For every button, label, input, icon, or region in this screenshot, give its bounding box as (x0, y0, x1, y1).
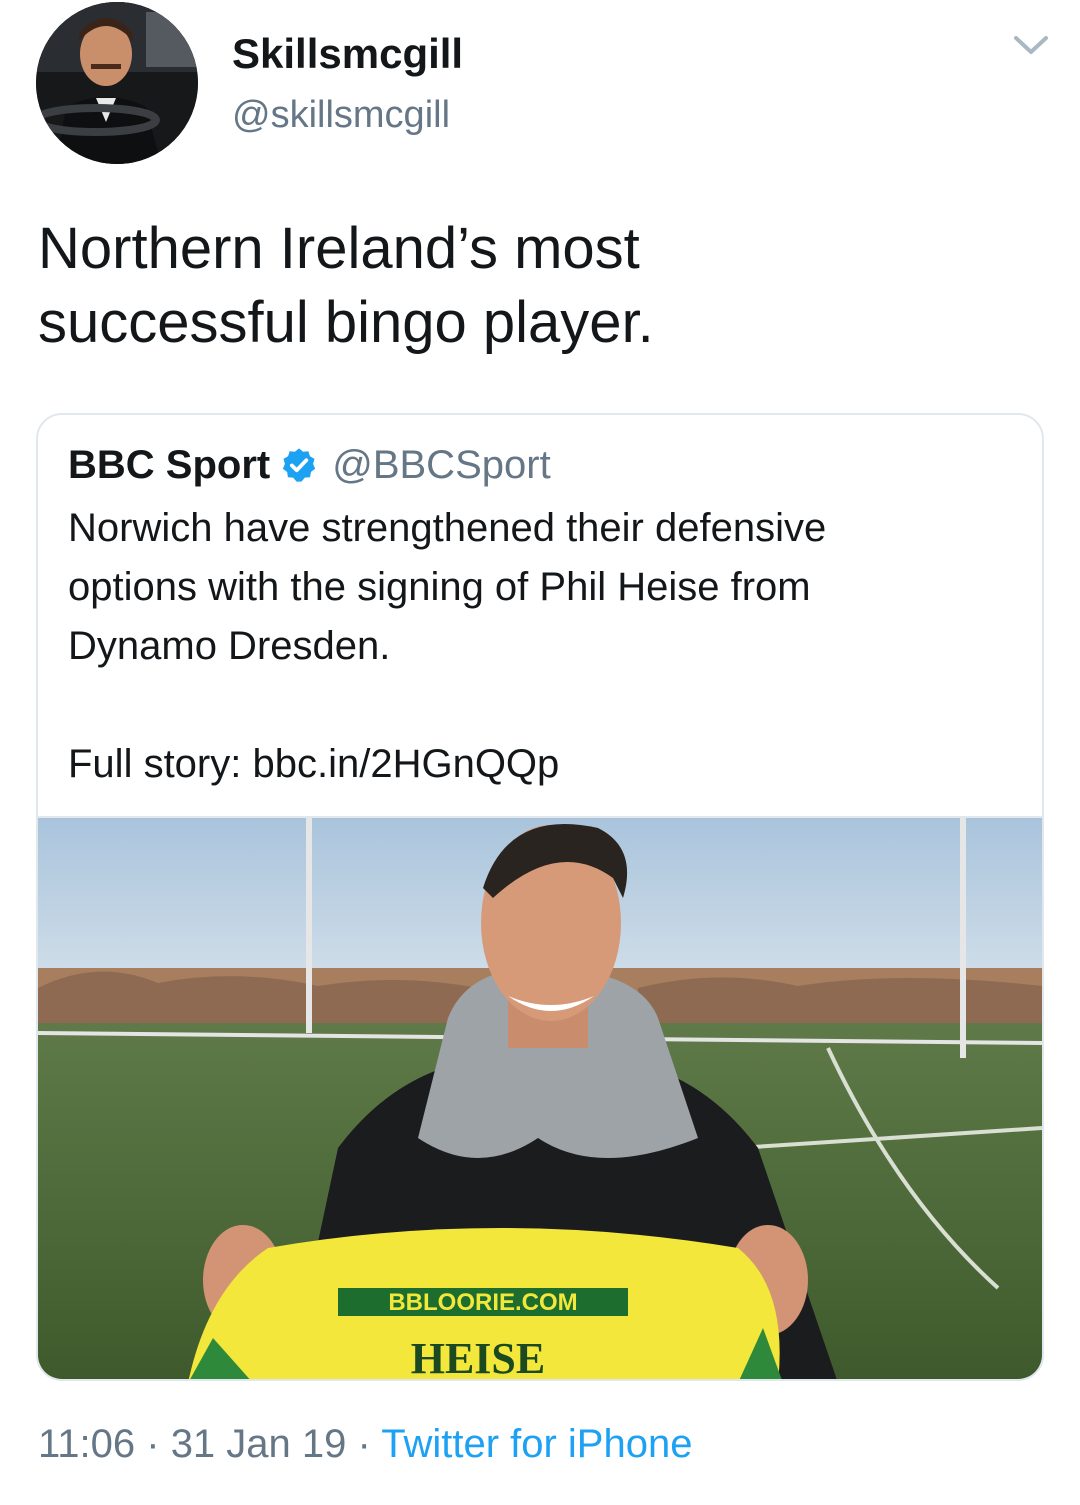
avatar-image (36, 2, 198, 164)
meta-separator: · (135, 1422, 171, 1466)
avatar[interactable] (36, 2, 198, 164)
shirt-name: HEISE (411, 1334, 546, 1381)
tweet-text: Northern Ireland’s most successful bingo… (38, 212, 1038, 360)
shirt-sponsor: BBLOORIE.COM (388, 1289, 577, 1316)
quoted-tweet-photo[interactable]: BBLOORIE.COM HEISE (38, 816, 1042, 1381)
tweet-time: 11:06 (38, 1422, 136, 1466)
quoted-tweet[interactable]: BBC Sport @BBCSport Norwich have strengt… (36, 413, 1044, 1381)
author-display-name[interactable]: Skillsmcgill (232, 30, 463, 78)
verified-badge-icon (283, 448, 316, 482)
quoted-display-name[interactable]: BBC Sport (68, 443, 270, 488)
chevron-down-icon[interactable] (1008, 30, 1054, 60)
quoted-text-line: Dynamo Dresden. (68, 624, 391, 668)
tweet: Skillsmcgill @skillsmcgill Northern Irel… (0, 0, 1080, 1505)
quoted-handle[interactable]: @BBCSport (332, 443, 550, 488)
meta-separator: · (346, 1422, 382, 1466)
author-handle[interactable]: @skillsmcgill (232, 94, 450, 137)
quoted-text-line: Full story: bbc.in/2HGnQQp (68, 742, 560, 786)
tweet-date: 31 Jan 19 (170, 1422, 347, 1466)
tweet-text-line: successful bingo player. (38, 290, 654, 355)
tweet-text-line: Northern Ireland’s most (38, 216, 640, 281)
tweet-meta: 11:06 · 31 Jan 19 · Twitter for iPhone (38, 1422, 692, 1467)
player-photo: BBLOORIE.COM HEISE (38, 818, 1042, 1381)
tweet-source-link[interactable]: Twitter for iPhone (381, 1422, 692, 1466)
quoted-text-line: Norwich have strengthened their defensiv… (68, 506, 827, 550)
quoted-text-line: options with the signing of Phil Heise f… (68, 565, 811, 609)
quoted-tweet-text: Norwich have strengthened their defensiv… (68, 499, 1018, 794)
quoted-tweet-header: BBC Sport @BBCSport (68, 441, 551, 489)
